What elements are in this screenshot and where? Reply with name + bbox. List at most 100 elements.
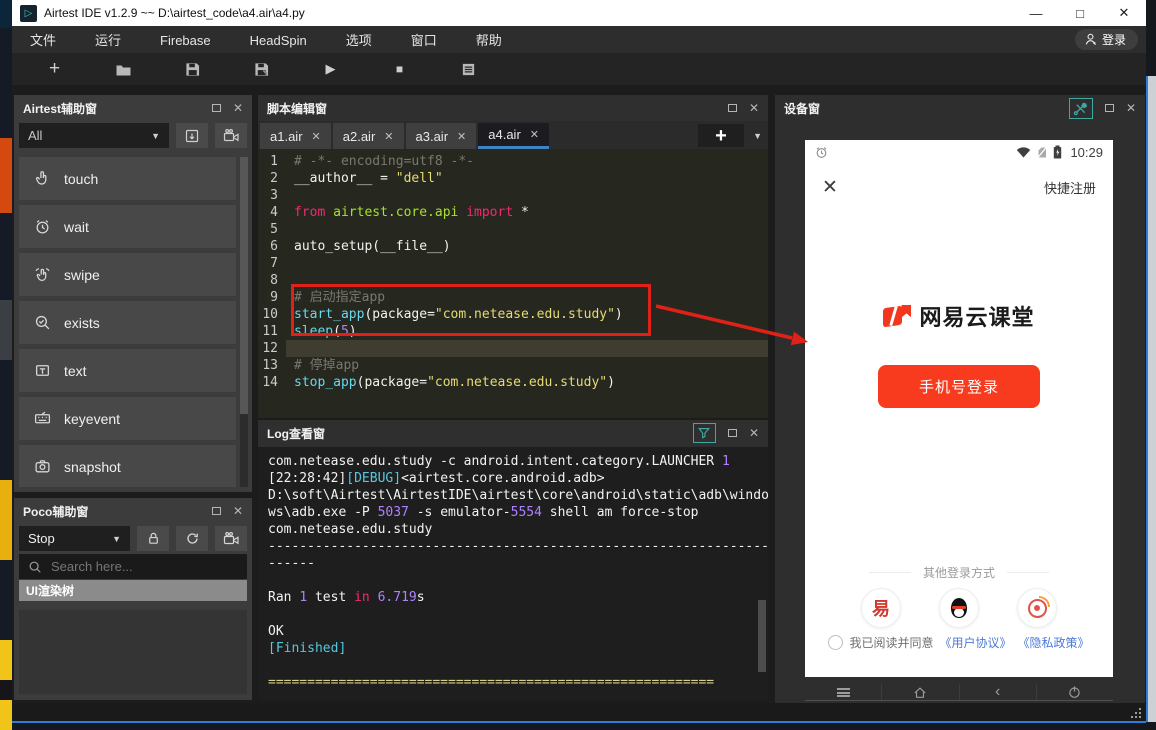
tab-close-icon[interactable]: ✕ (457, 130, 466, 143)
menu-item-窗口[interactable]: 窗口 (411, 33, 437, 48)
close-panel-icon[interactable]: ✕ (1126, 102, 1136, 114)
agreement-checkbox[interactable] (828, 635, 844, 650)
device-tools-button[interactable] (1068, 97, 1093, 119)
code-line-1[interactable]: 1 # -*- encoding=utf8 -*- (258, 153, 768, 170)
run-script-button[interactable]: ▶ (296, 56, 365, 82)
screenshot-insert-button[interactable] (176, 123, 208, 148)
nav-home-button[interactable] (881, 684, 958, 700)
log-output[interactable]: com.netease.edu.study -c android.intent.… (258, 447, 768, 700)
privacy-policy-link[interactable]: 《隐私政策》 (1018, 634, 1090, 651)
code-line-13[interactable]: 13 # 停掉app (258, 357, 768, 374)
stop-script-button[interactable]: ■ (365, 56, 434, 82)
tab-list-caret-icon[interactable]: ▼ (753, 131, 762, 141)
action-keyevent-button[interactable]: keyevent (19, 397, 236, 440)
float-panel-icon[interactable] (211, 507, 221, 515)
action-touch-button[interactable]: touch (19, 157, 236, 200)
nav-back-button[interactable]: ‹ (958, 684, 1036, 700)
airtest-panel-scrollbar[interactable] (240, 157, 248, 487)
close-button[interactable]: ✕ (1102, 0, 1146, 26)
menu-icon (836, 687, 850, 697)
qq-login-button[interactable] (939, 588, 979, 628)
refresh-tree-button[interactable] (176, 526, 208, 551)
action-exists-button[interactable]: exists (19, 301, 236, 344)
weibo-login-button[interactable] (1017, 588, 1057, 628)
device-window-panel: 设备窗 ✕ 10:29 ✕ 快捷注册 网易云课堂 手机号登录 其他登录方式 易 … (775, 95, 1145, 703)
device-screen[interactable]: 10:29 ✕ 快捷注册 网易云课堂 手机号登录 其他登录方式 易 我已阅读并同… (805, 140, 1113, 677)
line-number: 14 (262, 375, 278, 390)
code-line-14[interactable]: 14 stop_app(package="com.netease.edu.stud… (258, 374, 768, 391)
minimize-button[interactable]: — (1014, 0, 1058, 26)
action-wait-button[interactable]: wait (19, 205, 236, 248)
action-swipe-button[interactable]: swipe (19, 253, 236, 296)
menu-item-选项[interactable]: 选项 (346, 33, 372, 48)
line-number: 1 (270, 154, 278, 169)
tab-a4.air[interactable]: a4.air ✕ (478, 123, 549, 149)
menu-item-运行[interactable]: 运行 (95, 33, 121, 48)
close-panel-icon[interactable]: ✕ (749, 427, 759, 439)
close-panel-icon[interactable]: ✕ (749, 102, 759, 114)
save-button[interactable] (158, 56, 227, 82)
ui-tree-header[interactable]: UI渲染树 (19, 580, 247, 601)
netease-login-button[interactable]: 易 (861, 588, 901, 628)
code-line-3[interactable]: 3 (258, 187, 768, 204)
nav-power-button[interactable] (1035, 684, 1113, 700)
action-snapshot-button[interactable]: snapshot (19, 445, 236, 487)
api-filter-dropdown[interactable]: All ▼ (19, 123, 169, 148)
new-tab-button[interactable]: + (698, 124, 744, 147)
tab-close-icon[interactable]: ✕ (312, 130, 321, 143)
status-time: 10:29 (1070, 144, 1103, 160)
new-script-button[interactable]: + (20, 56, 89, 82)
close-panel-icon[interactable]: ✕ (233, 102, 243, 114)
code-line-6[interactable]: 6 auto_setup(__file__) (258, 238, 768, 255)
code-line-8[interactable]: 8 (258, 272, 768, 289)
view-report-button[interactable] (434, 56, 503, 82)
poco-record-button[interactable] (215, 526, 247, 551)
phone-login-button[interactable]: 手机号登录 (878, 365, 1040, 408)
user-agreement-link[interactable]: 《用户协议》 (939, 634, 1011, 651)
action-text-button[interactable]: text (19, 349, 236, 392)
code-line-2[interactable]: 2 __author__ = "dell" (258, 170, 768, 187)
login-button[interactable]: 登录 (1074, 29, 1138, 50)
code-line-7[interactable]: 7 (258, 255, 768, 272)
menu-item-帮助[interactable]: 帮助 (476, 33, 502, 48)
nav-menu-button[interactable] (805, 684, 881, 700)
tab-a1.air[interactable]: a1.air ✕ (260, 123, 331, 149)
tab-a2.air[interactable]: a2.air ✕ (332, 123, 404, 149)
swipe-icon (34, 266, 51, 283)
record-button[interactable] (215, 123, 247, 148)
menu-item-Firebase[interactable]: Firebase (160, 33, 211, 48)
log-line: [22:28:42][DEBUG]<airtest.core.android.a… (268, 471, 605, 486)
code-text: auto_setup(__file__) (294, 239, 451, 254)
float-panel-icon[interactable] (727, 104, 737, 112)
open-folder-button[interactable] (89, 56, 158, 82)
code-line-10[interactable]: 10 start_app(package="com.netease.edu.stu… (258, 306, 768, 323)
float-panel-icon[interactable] (727, 429, 737, 437)
code-line-5[interactable]: 5 (258, 221, 768, 238)
poco-search-field[interactable]: Search here... (19, 554, 247, 579)
quick-register-link[interactable]: 快捷注册 (1044, 178, 1096, 197)
tab-close-icon[interactable]: ✕ (384, 130, 393, 143)
tab-a3.air[interactable]: a3.air ✕ (405, 123, 477, 149)
resize-grip[interactable] (1129, 706, 1141, 718)
code-line-4[interactable]: 4 from airtest.core.api import * (258, 204, 768, 221)
line-number: 8 (270, 273, 278, 288)
log-filter-button[interactable] (692, 423, 716, 443)
close-panel-icon[interactable]: ✕ (233, 505, 243, 517)
action-label: swipe (64, 266, 100, 283)
code-line-12[interactable]: 12 (258, 340, 768, 357)
code-line-9[interactable]: 9 # 启动指定app (258, 289, 768, 306)
menu-item-HeadSpin[interactable]: HeadSpin (250, 33, 307, 48)
lock-button[interactable] (137, 526, 169, 551)
code-editor[interactable]: 1 # -*- encoding=utf8 -*- 2 __author__ = "d… (258, 149, 768, 418)
tab-close-icon[interactable]: ✕ (530, 128, 539, 141)
code-line-11[interactable]: 11 sleep(5) (258, 323, 768, 340)
close-login-icon[interactable]: ✕ (822, 176, 838, 199)
save-as-button[interactable] (227, 56, 296, 82)
float-panel-icon[interactable] (211, 104, 221, 112)
poco-mode-dropdown[interactable]: Stop ▼ (19, 526, 130, 551)
log-scrollbar[interactable] (758, 600, 766, 672)
save-icon (186, 62, 200, 76)
menu-item-文件[interactable]: 文件 (30, 33, 56, 48)
float-panel-icon[interactable] (1104, 104, 1114, 112)
maximize-button[interactable]: □ (1058, 0, 1102, 26)
